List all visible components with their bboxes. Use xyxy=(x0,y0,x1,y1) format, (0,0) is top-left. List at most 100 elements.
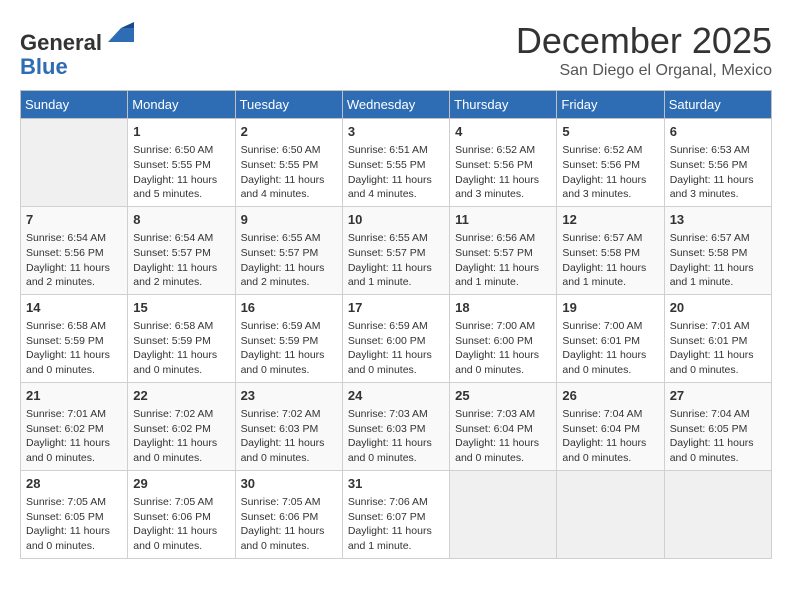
calendar-cell: 18Sunrise: 7:00 AMSunset: 6:00 PMDayligh… xyxy=(450,294,557,382)
cell-info: Sunrise: 7:01 AMSunset: 6:01 PMDaylight:… xyxy=(670,319,766,378)
cell-info: Sunrise: 6:59 AMSunset: 6:00 PMDaylight:… xyxy=(348,319,444,378)
calendar-cell: 21 Sunrise: 7:01 AMSunset: 6:02 PMDayligh… xyxy=(21,382,128,470)
day-number: 17 xyxy=(348,299,444,317)
cell-info: Sunrise: 6:54 AMSunset: 5:57 PMDaylight:… xyxy=(133,231,229,290)
calendar-cell: 8 Sunrise: 6:54 AMSunset: 5:57 PMDaylight… xyxy=(128,206,235,294)
calendar-cell: 6 Sunrise: 6:53 AMSunset: 5:56 PMDaylight… xyxy=(664,119,771,207)
week-row-4: 28 Sunrise: 7:05 AMSunset: 6:05 PMDayligh… xyxy=(21,470,772,558)
day-number: 23 xyxy=(241,387,337,405)
cell-info: Sunrise: 7:00 AMSunset: 6:01 PMDaylight:… xyxy=(562,319,658,378)
col-header-monday: Monday xyxy=(128,91,235,119)
col-header-friday: Friday xyxy=(557,91,664,119)
title-block: December 2025 San Diego el Organal, Mexi… xyxy=(516,20,772,80)
day-number: 18 xyxy=(455,299,551,317)
cell-info: Sunrise: 7:04 AMSunset: 6:04 PMDaylight:… xyxy=(562,407,658,466)
calendar-cell: 12 Sunrise: 6:57 AMSunset: 5:58 PMDayligh… xyxy=(557,206,664,294)
day-number: 24 xyxy=(348,387,444,405)
page-header: General Blue December 2025 San Diego el … xyxy=(20,20,772,80)
month-title: December 2025 xyxy=(516,20,772,62)
day-number: 29 xyxy=(133,475,229,493)
cell-info: Sunrise: 6:57 AMSunset: 5:58 PMDaylight:… xyxy=(670,231,766,290)
calendar-cell: 27 Sunrise: 7:04 AMSunset: 6:05 PMDayligh… xyxy=(664,382,771,470)
day-number: 13 xyxy=(670,211,766,229)
cell-info: Sunrise: 7:05 AMSunset: 6:06 PMDaylight:… xyxy=(241,495,337,554)
calendar-cell: 19 Sunrise: 7:00 AMSunset: 6:01 PMDayligh… xyxy=(557,294,664,382)
cell-info: Sunrise: 6:54 AMSunset: 5:56 PMDaylight:… xyxy=(26,231,122,290)
calendar-cell: 4 Sunrise: 6:52 AMSunset: 5:56 PMDaylight… xyxy=(450,119,557,207)
day-number: 11 xyxy=(455,211,551,229)
cell-info: Sunrise: 6:50 AMSunset: 5:55 PMDaylight:… xyxy=(241,143,337,202)
day-number: 15 xyxy=(133,299,229,317)
day-number: 9 xyxy=(241,211,337,229)
calendar-cell: 17 Sunrise: 6:59 AMSunset: 6:00 PMDayligh… xyxy=(342,294,449,382)
calendar-cell: 15 Sunrise: 6:58 AMSunset: 5:59 PMDayligh… xyxy=(128,294,235,382)
cell-info: Sunrise: 7:01 AMSunset: 6:02 PMDaylight:… xyxy=(26,407,122,466)
logo-blue: Blue xyxy=(20,54,68,79)
calendar-cell: 30Sunrise: 7:05 AMSunset: 6:06 PMDayligh… xyxy=(235,470,342,558)
week-row-3: 21 Sunrise: 7:01 AMSunset: 6:02 PMDayligh… xyxy=(21,382,772,470)
day-number: 4 xyxy=(455,123,551,141)
cell-info: Sunrise: 7:05 AMSunset: 6:06 PMDaylight:… xyxy=(133,495,229,554)
cell-info: Sunrise: 6:50 AMSunset: 5:55 PMDaylight:… xyxy=(133,143,229,202)
week-row-1: 7 Sunrise: 6:54 AMSunset: 5:56 PMDaylight… xyxy=(21,206,772,294)
calendar-cell: 26 Sunrise: 7:04 AMSunset: 6:04 PMDayligh… xyxy=(557,382,664,470)
calendar-cell: 22Sunrise: 7:02 AMSunset: 6:02 PMDayligh… xyxy=(128,382,235,470)
col-header-thursday: Thursday xyxy=(450,91,557,119)
calendar-cell xyxy=(21,119,128,207)
logo-general: General xyxy=(20,30,102,55)
calendar-cell: 1 Sunrise: 6:50 AMSunset: 5:55 PMDaylight… xyxy=(128,119,235,207)
col-header-wednesday: Wednesday xyxy=(342,91,449,119)
calendar-cell: 2Sunrise: 6:50 AMSunset: 5:55 PMDaylight… xyxy=(235,119,342,207)
cell-info: Sunrise: 6:57 AMSunset: 5:58 PMDaylight:… xyxy=(562,231,658,290)
day-number: 26 xyxy=(562,387,658,405)
day-number: 7 xyxy=(26,211,122,229)
calendar-cell: 5 Sunrise: 6:52 AMSunset: 5:56 PMDaylight… xyxy=(557,119,664,207)
cell-info: Sunrise: 7:02 AMSunset: 6:02 PMDaylight:… xyxy=(133,407,229,466)
calendar-cell: 20Sunrise: 7:01 AMSunset: 6:01 PMDayligh… xyxy=(664,294,771,382)
cell-info: Sunrise: 6:55 AMSunset: 5:57 PMDaylight:… xyxy=(348,231,444,290)
day-number: 1 xyxy=(133,123,229,141)
day-number: 3 xyxy=(348,123,444,141)
day-number: 28 xyxy=(26,475,122,493)
col-header-sunday: Sunday xyxy=(21,91,128,119)
col-header-tuesday: Tuesday xyxy=(235,91,342,119)
cell-info: Sunrise: 6:51 AMSunset: 5:55 PMDaylight:… xyxy=(348,143,444,202)
cell-info: Sunrise: 7:06 AMSunset: 6:07 PMDaylight:… xyxy=(348,495,444,554)
calendar-cell: 3 Sunrise: 6:51 AMSunset: 5:55 PMDaylight… xyxy=(342,119,449,207)
day-number: 31 xyxy=(348,475,444,493)
day-number: 10 xyxy=(348,211,444,229)
day-number: 21 xyxy=(26,387,122,405)
calendar-cell: 28 Sunrise: 7:05 AMSunset: 6:05 PMDayligh… xyxy=(21,470,128,558)
calendar-cell: 25Sunrise: 7:03 AMSunset: 6:04 PMDayligh… xyxy=(450,382,557,470)
day-number: 14 xyxy=(26,299,122,317)
week-row-0: 1 Sunrise: 6:50 AMSunset: 5:55 PMDaylight… xyxy=(21,119,772,207)
cell-info: Sunrise: 6:56 AMSunset: 5:57 PMDaylight:… xyxy=(455,231,551,290)
cell-info: Sunrise: 6:53 AMSunset: 5:56 PMDaylight:… xyxy=(670,143,766,202)
day-number: 8 xyxy=(133,211,229,229)
cell-info: Sunrise: 7:03 AMSunset: 6:03 PMDaylight:… xyxy=(348,407,444,466)
logo-icon xyxy=(106,20,136,50)
day-number: 12 xyxy=(562,211,658,229)
cell-info: Sunrise: 7:05 AMSunset: 6:05 PMDaylight:… xyxy=(26,495,122,554)
calendar-cell: 14Sunrise: 6:58 AMSunset: 5:59 PMDayligh… xyxy=(21,294,128,382)
day-number: 27 xyxy=(670,387,766,405)
cell-info: Sunrise: 6:52 AMSunset: 5:56 PMDaylight:… xyxy=(455,143,551,202)
week-row-2: 14 Sunrise: 6:58 AMSunset: 5:59 PMDayligh… xyxy=(21,294,772,382)
day-number: 25 xyxy=(455,387,551,405)
day-number: 5 xyxy=(562,123,658,141)
cell-info: Sunrise: 7:02 AMSunset: 6:03 PMDaylight:… xyxy=(241,407,337,466)
calendar-cell: 24 Sunrise: 7:03 AMSunset: 6:03 PMDayligh… xyxy=(342,382,449,470)
day-number: 19 xyxy=(562,299,658,317)
calendar-cell: 9Sunrise: 6:55 AMSunset: 5:57 PMDaylight… xyxy=(235,206,342,294)
calendar-cell: 31 Sunrise: 7:06 AMSunset: 6:07 PMDayligh… xyxy=(342,470,449,558)
cell-info: Sunrise: 6:52 AMSunset: 5:56 PMDaylight:… xyxy=(562,143,658,202)
cell-info: Sunrise: 6:58 AMSunset: 5:59 PMDaylight:… xyxy=(133,319,229,378)
day-number: 6 xyxy=(670,123,766,141)
calendar-cell: 7 Sunrise: 6:54 AMSunset: 5:56 PMDaylight… xyxy=(21,206,128,294)
col-header-saturday: Saturday xyxy=(664,91,771,119)
cell-info: Sunrise: 7:04 AMSunset: 6:05 PMDaylight:… xyxy=(670,407,766,466)
day-number: 16 xyxy=(241,299,337,317)
calendar-cell: 29 Sunrise: 7:05 AMSunset: 6:06 PMDayligh… xyxy=(128,470,235,558)
calendar-cell xyxy=(450,470,557,558)
calendar-cell: 23 Sunrise: 7:02 AMSunset: 6:03 PMDayligh… xyxy=(235,382,342,470)
